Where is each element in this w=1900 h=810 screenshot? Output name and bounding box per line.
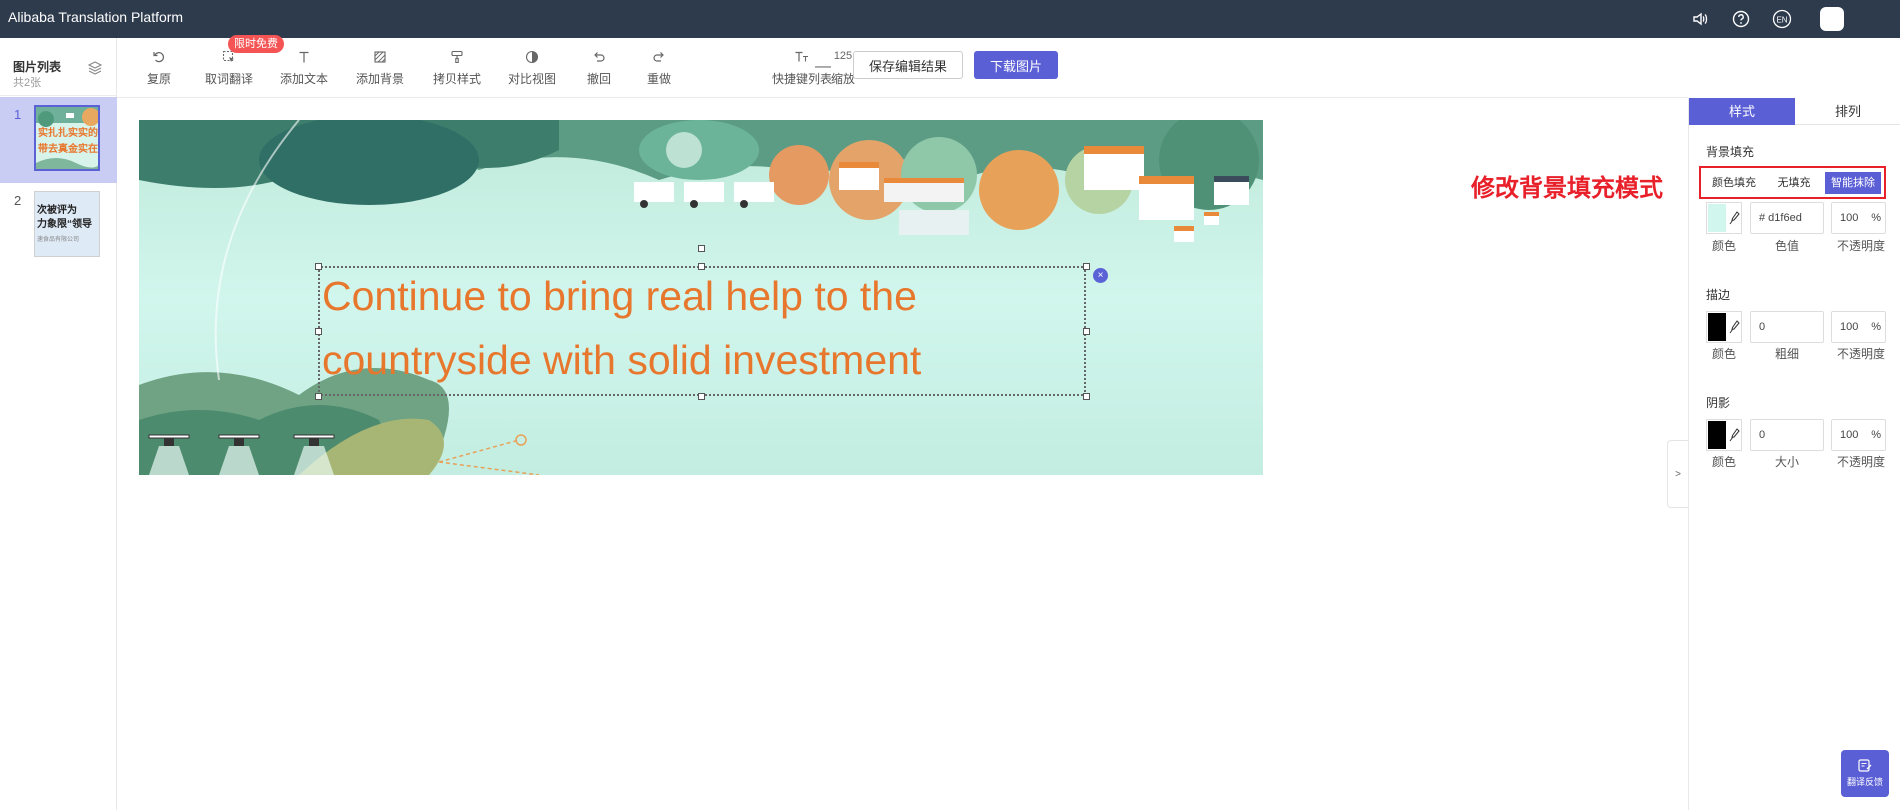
shadow-color-label: 颜色 xyxy=(1711,455,1736,469)
stroke-color-picker[interactable] xyxy=(1706,311,1742,343)
resize-handle[interactable] xyxy=(315,263,322,270)
stroke-opacity-input[interactable]: 100 % xyxy=(1831,311,1886,343)
stroke-width-input[interactable]: 0 xyxy=(1750,311,1824,343)
shadow-color-picker[interactable] xyxy=(1706,419,1742,451)
thumbnail-text-line: 速食品有限公司 xyxy=(37,237,80,243)
resize-handle[interactable] xyxy=(315,393,322,400)
avatar[interactable] xyxy=(1820,7,1844,31)
undo-icon xyxy=(592,48,606,66)
resize-handle[interactable] xyxy=(1083,393,1090,400)
language-icon[interactable]: EN xyxy=(1771,8,1793,30)
thumbnail-number: 2 xyxy=(14,193,22,208)
fill-hex-input[interactable]: # d1f6ed xyxy=(1750,202,1824,234)
image-list-title: 图片列表 xyxy=(13,60,62,74)
overlay-text-line-1[interactable]: Continue to bring real help to the xyxy=(322,273,917,320)
shadow-color-swatch xyxy=(1708,421,1726,449)
top-bar: Alibaba Translation Platform EN xyxy=(0,0,1900,38)
stroke-color-label: 颜色 xyxy=(1711,347,1736,361)
fill-option-color[interactable]: 颜色填充 xyxy=(1704,172,1764,194)
shadow-size-label: 大小 xyxy=(1774,455,1799,469)
resize-handle[interactable] xyxy=(698,393,705,400)
undo-button[interactable]: 撤回 xyxy=(587,48,611,87)
fill-mode-selector: 颜色填充 无填充 智能抹除 xyxy=(1699,166,1886,199)
stroke-color-swatch xyxy=(1708,313,1726,341)
add-text-button[interactable]: 添加文本 xyxy=(280,48,328,87)
redo-button[interactable]: 重做 xyxy=(647,48,671,87)
fill-option-smart-erase[interactable]: 智能抹除 xyxy=(1825,172,1881,194)
save-edit-button[interactable]: 保存编辑结果 xyxy=(853,51,963,79)
stroke-width-label: 粗细 xyxy=(1774,347,1799,361)
translation-feedback-button[interactable]: 翻译反馈 xyxy=(1841,750,1889,797)
compare-view-button[interactable]: 对比视图 xyxy=(508,48,556,87)
resize-handle[interactable] xyxy=(315,328,322,335)
thumbnail-image: 次被评为 力象限“领导 速食品有限公司 xyxy=(34,191,100,257)
add-text-icon xyxy=(297,48,311,66)
fill-color-picker[interactable] xyxy=(1706,202,1742,234)
delete-textbox-icon[interactable]: × xyxy=(1093,268,1108,283)
text-box-selection[interactable]: Continue to bring real help to the count… xyxy=(318,266,1086,396)
shadow-opacity-label: 不透明度 xyxy=(1836,455,1885,469)
download-image-button[interactable]: 下载图片 xyxy=(974,51,1058,79)
overlay-text-line-2[interactable]: countryside with solid investment xyxy=(322,337,921,384)
app-title: Alibaba Translation Platform xyxy=(8,9,184,25)
resize-handle[interactable] xyxy=(1083,263,1090,270)
svg-text:EN: EN xyxy=(1776,16,1787,25)
stroke-title: 描边 xyxy=(1706,288,1731,302)
tab-style[interactable]: 样式 xyxy=(1689,98,1795,125)
copy-style-icon xyxy=(450,48,464,66)
eyedropper-icon[interactable] xyxy=(1729,320,1740,339)
fill-opacity-input[interactable]: 100 % xyxy=(1831,202,1886,234)
fill-value-label: 色值 xyxy=(1774,239,1799,253)
eyedropper-icon[interactable] xyxy=(1729,428,1740,447)
thumbnail-item-2[interactable]: 2 次被评为 力象限“领导 速食品有限公司 xyxy=(0,183,117,269)
reset-button[interactable]: 复原 xyxy=(147,48,171,87)
collapse-panel-toggle[interactable]: > xyxy=(1667,440,1688,508)
free-promo-badge: 限时免费 xyxy=(228,35,284,53)
fill-opacity-label: 不透明度 xyxy=(1836,239,1885,253)
eyedropper-icon[interactable] xyxy=(1729,211,1740,230)
fill-option-none[interactable]: 无填充 xyxy=(1767,172,1821,194)
rotate-handle[interactable] xyxy=(698,245,705,252)
thumbnail-text-line: 实扎扎实实的 xyxy=(38,128,98,139)
redo-icon xyxy=(652,48,666,66)
feedback-icon xyxy=(1858,759,1872,772)
stroke-opacity-label: 不透明度 xyxy=(1836,347,1885,361)
thumbnail-text-line: 次被评为 xyxy=(37,205,77,216)
fill-color-label: 颜色 xyxy=(1711,239,1736,253)
properties-tabs: 样式 排列 xyxy=(1689,98,1900,125)
thumbnail-text-line: 力象限“领导 xyxy=(37,219,92,230)
reset-icon xyxy=(152,48,166,66)
shadow-size-input[interactable]: 0 xyxy=(1750,419,1824,451)
copy-style-button[interactable]: 拷贝样式 xyxy=(433,48,481,87)
image-list-panel: 图片列表 共2张 1 实扎扎实实的 带去真金实在在 2 次被评为 力象限“领导 … xyxy=(0,38,117,810)
thumbnail-item-1[interactable]: 1 实扎扎实实的 带去真金实在在 xyxy=(0,97,117,183)
image-list-header: 图片列表 共2张 xyxy=(0,38,117,96)
compare-view-icon xyxy=(525,48,539,66)
speaker-icon[interactable] xyxy=(1689,8,1711,30)
shadow-title: 阴影 xyxy=(1706,396,1731,410)
help-icon[interactable] xyxy=(1730,8,1752,30)
resize-handle[interactable] xyxy=(1083,328,1090,335)
thumbnail-text-line: 带去真金实在在 xyxy=(38,144,98,155)
thumbnail-image: 实扎扎实实的 带去真金实在在 xyxy=(34,105,100,171)
properties-panel: 样式 排列 背景填充 颜色填充 无填充 智能抹除 # d1f6ed 100 % … xyxy=(1688,98,1900,810)
annotation-label: 修改背景填充模式 xyxy=(1471,175,1663,202)
layers-icon[interactable] xyxy=(87,60,103,81)
image-count: 共2张 xyxy=(13,77,42,89)
fill-color-swatch xyxy=(1708,204,1726,232)
shortcut-list-button[interactable]: 快捷键列表 xyxy=(772,48,832,87)
add-background-button[interactable]: 添加背景 xyxy=(356,48,404,87)
shadow-opacity-input[interactable]: 100 % xyxy=(1831,419,1886,451)
background-fill-title: 背景填充 xyxy=(1706,145,1755,159)
shortcut-list-icon xyxy=(794,48,810,66)
tab-arrange[interactable]: 排列 xyxy=(1795,98,1900,125)
add-background-icon xyxy=(373,48,387,66)
thumbnail-number: 1 xyxy=(14,107,22,122)
resize-handle[interactable] xyxy=(698,263,705,270)
pick-translate-button[interactable]: 取词翻译 xyxy=(205,48,253,87)
